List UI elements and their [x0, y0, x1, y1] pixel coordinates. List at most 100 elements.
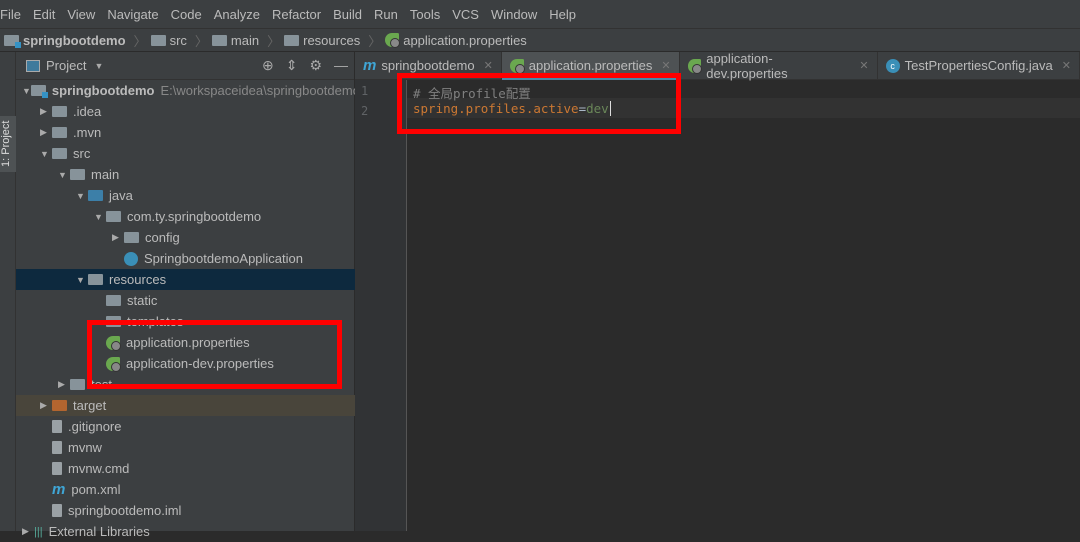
tree-item[interactable]: ▼ src — [16, 143, 355, 164]
folder-icon — [211, 34, 227, 46]
menu-analyze[interactable]: Analyze — [214, 7, 266, 22]
menu-code[interactable]: Code — [171, 7, 208, 22]
file-icon — [52, 420, 62, 433]
folder-icon — [150, 34, 166, 46]
menu-help[interactable]: Help — [549, 7, 582, 22]
spring-icon — [385, 33, 401, 48]
folder-icon — [106, 295, 121, 306]
menu-view[interactable]: View — [67, 7, 101, 22]
editor-tab[interactable]: application-dev.properties ✕ — [680, 50, 878, 81]
tree-item[interactable]: ▶ .mvn — [16, 122, 355, 143]
line-number: 1 — [361, 84, 369, 98]
folder-icon — [52, 127, 67, 138]
breadcrumb-item[interactable]: src — [150, 32, 187, 48]
tree-item[interactable]: ▶ .idea — [16, 101, 355, 122]
close-icon[interactable]: ✕ — [859, 59, 868, 72]
locate-icon[interactable]: ⊕ — [262, 57, 274, 74]
folder-icon — [52, 148, 67, 159]
collapsed-arrow-icon[interactable]: ▶ — [40, 400, 52, 411]
menu-file[interactable]: File — [0, 7, 27, 22]
tree-item-label: mvnw — [68, 440, 102, 455]
maven-icon: m — [363, 57, 377, 74]
expanded-arrow-icon[interactable]: ▼ — [76, 275, 88, 285]
tree-item[interactable]: SpringbootdemoApplication — [16, 248, 355, 269]
chevron-down-icon[interactable]: ▼ — [94, 61, 103, 71]
tree-item[interactable]: ▼ main — [16, 164, 355, 185]
tree-item-label: SpringbootdemoApplication — [144, 251, 303, 266]
menu-vcs[interactable]: VCS — [452, 7, 485, 22]
expanded-arrow-icon[interactable]: ▼ — [76, 191, 88, 201]
tree-item[interactable]: ▼ springbootdemo E:\workspaceidea\springbo… — [16, 80, 360, 101]
gear-icon[interactable]: ⚙ — [309, 57, 322, 74]
collapse-all-icon[interactable]: ⇕ — [286, 57, 298, 74]
menu-tools[interactable]: Tools — [410, 7, 446, 22]
close-icon[interactable]: ✕ — [661, 59, 670, 72]
tab-label: springbootdemo — [381, 58, 475, 73]
tree-item[interactable]: ▼ com.ty.springbootdemo — [16, 206, 355, 227]
breadcrumb-label: resources — [303, 32, 361, 48]
menu-navigate[interactable]: Navigate — [107, 7, 164, 22]
tree-item[interactable]: ▼ resources — [16, 269, 355, 290]
tree-item-label: src — [73, 146, 91, 161]
expanded-arrow-icon[interactable]: ▼ — [58, 170, 70, 180]
spring-icon — [509, 58, 525, 74]
breadcrumb-item[interactable]: resources — [284, 33, 360, 48]
breadcrumb-item[interactable]: main — [211, 32, 260, 48]
menu-edit[interactable]: Edit — [33, 7, 61, 22]
tree-item[interactable]: ▶ target — [16, 395, 355, 416]
expanded-arrow-icon[interactable]: ▼ — [22, 86, 31, 96]
project-view-selector[interactable]: Project — [46, 58, 86, 73]
menu-window[interactable]: Window — [491, 7, 543, 22]
breadcrumb-label: main — [230, 32, 260, 48]
menu-run[interactable]: Run — [374, 7, 404, 22]
tree-item-label: config — [145, 230, 180, 245]
collapsed-arrow-icon[interactable]: ▶ — [22, 526, 34, 537]
tree-item-label: com.ty.springbootdemo — [127, 209, 262, 224]
project-panel-header: Project ▼ ⊕ ⇕ ⚙ — — [16, 52, 354, 80]
tree-item[interactable]: mvnw.cmd — [16, 458, 355, 479]
breadcrumb-label: src — [169, 32, 187, 48]
chevron-right-icon: 〉 — [133, 33, 147, 49]
editor-tab[interactable]: c TestPropertiesConfig.java ✕ — [878, 52, 1080, 79]
breadcrumb-label: springbootdemo — [23, 32, 126, 48]
tree-item[interactable]: .gitignore — [16, 416, 355, 437]
folder-icon — [70, 379, 85, 390]
collapsed-arrow-icon[interactable]: ▶ — [40, 106, 52, 117]
breadcrumb-item[interactable]: application.properties — [385, 33, 527, 48]
collapsed-arrow-icon[interactable]: ▶ — [40, 127, 52, 138]
package-icon — [106, 211, 121, 222]
tree-item[interactable]: m pom.xml — [16, 479, 355, 500]
breadcrumb-item[interactable]: springbootdemo — [4, 33, 126, 48]
expanded-arrow-icon[interactable]: ▼ — [40, 149, 52, 159]
collapsed-arrow-icon[interactable]: ▶ — [112, 232, 124, 243]
left-tool-stripe: 1: Project — [0, 52, 16, 531]
tree-item-label: main — [91, 167, 120, 182]
tab-label: application-dev.properties — [706, 50, 788, 81]
expanded-arrow-icon[interactable]: ▼ — [94, 212, 106, 222]
menu-refactor[interactable]: Refactor — [272, 7, 327, 22]
tree-item-label: target — [73, 398, 107, 413]
chevron-right-icon: 〉 — [194, 33, 208, 49]
close-icon[interactable]: ✕ — [1062, 59, 1071, 72]
line-number: 2 — [361, 104, 369, 118]
tree-item[interactable]: mvnw — [16, 437, 355, 458]
breadcrumb-label: application.properties — [403, 32, 527, 48]
tree-item[interactable]: ▼ java — [16, 185, 355, 206]
tree-item-label: External Libraries — [48, 524, 150, 539]
tree-item[interactable]: springbootdemo.iml — [16, 500, 355, 521]
folder-icon — [70, 169, 85, 180]
collapsed-arrow-icon[interactable]: ▶ — [58, 379, 70, 390]
hide-icon[interactable]: — — [334, 57, 348, 74]
source-folder-icon — [88, 190, 103, 201]
tree-item[interactable]: ▶ ||| External Libraries — [16, 521, 355, 542]
tree-item-label: static — [127, 293, 158, 308]
project-view-icon — [26, 59, 40, 72]
tree-item[interactable]: ▶ config — [16, 227, 355, 248]
tree-item[interactable]: static — [16, 290, 355, 311]
file-icon — [52, 462, 62, 475]
project-tool-window-button[interactable]: 1: Project — [0, 116, 16, 172]
close-icon[interactable]: ✕ — [484, 59, 493, 72]
menu-build[interactable]: Build — [333, 7, 368, 22]
folder-icon — [284, 34, 300, 46]
tree-item-label: springbootdemo — [51, 83, 155, 98]
